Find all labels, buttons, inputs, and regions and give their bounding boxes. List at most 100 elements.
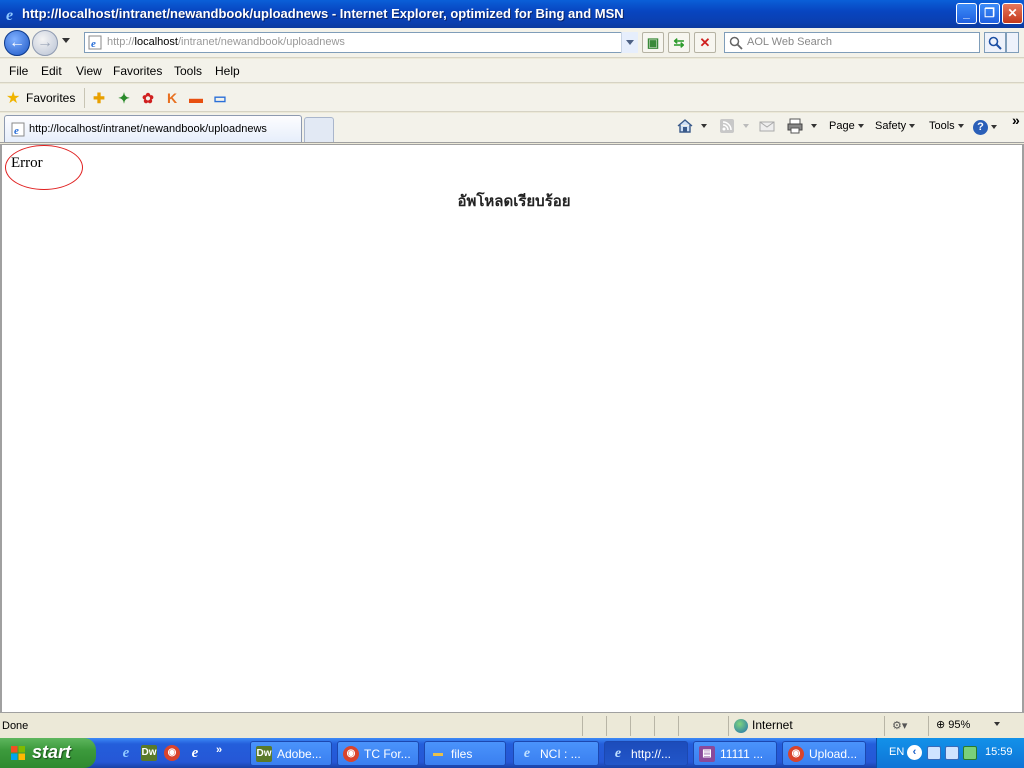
zoom-icon: ⊕ (936, 719, 946, 731)
read-mail-icon[interactable] (758, 117, 776, 135)
status-text: Done (2, 720, 29, 732)
back-button[interactable]: ← (4, 30, 30, 56)
tab-uploadnews[interactable]: e http://localhost/intranet/newandbook/u… (4, 115, 302, 142)
tools-menu[interactable]: Tools (929, 120, 964, 132)
menu-view[interactable]: View (76, 64, 102, 78)
window-title-bar[interactable]: e http://localhost/intranet/newandbook/u… (0, 0, 1024, 28)
refresh-button[interactable]: ⇆ (668, 32, 690, 53)
folder-icon: ▬ (433, 748, 443, 759)
recent-pages-dropdown[interactable] (62, 38, 70, 43)
add-favorites-icon[interactable]: ✚ (90, 89, 108, 107)
star-icon: ★ (6, 90, 21, 107)
taskbar-button-adobe[interactable]: Dw Adobe... (250, 741, 332, 766)
page-menu[interactable]: Page (829, 120, 864, 132)
security-zone[interactable]: Internet (734, 718, 793, 733)
winrar-icon: ▤ (699, 746, 715, 762)
status-divider (654, 716, 655, 736)
flower-bookmark-icon[interactable]: ✿ (139, 89, 157, 107)
svg-text:e: e (91, 38, 96, 50)
menu-favorites[interactable]: Favorites (113, 64, 162, 78)
clock[interactable]: 15:59 (985, 746, 1013, 758)
maximize-button[interactable]: ❐ (979, 3, 1000, 24)
status-divider (884, 716, 885, 736)
taskbar-button-tc-forum[interactable]: ◉ TC For... (337, 741, 419, 766)
search-input[interactable]: AOL Web Search (724, 32, 980, 53)
user-status-icon[interactable] (963, 746, 977, 760)
ie-icon: e (614, 746, 622, 761)
network-2-icon[interactable] (945, 746, 959, 760)
menu-help[interactable]: Help (215, 64, 240, 78)
tray-expand-icon[interactable]: ‹ (907, 745, 922, 760)
quicklaunch-ie-icon[interactable]: e (118, 745, 134, 761)
print-icon[interactable] (786, 117, 804, 135)
language-indicator[interactable]: EN (889, 746, 904, 758)
minimize-button[interactable]: _ (956, 3, 977, 24)
forward-arrow-icon: → (37, 34, 53, 51)
quicklaunch-dreamweaver-icon[interactable]: Dw (141, 745, 157, 761)
tab-bar: e http://localhost/intranet/newandbook/u… (0, 112, 1024, 143)
window-title: http://localhost/intranet/newandbook/upl… (22, 6, 624, 21)
menu-tools[interactable]: Tools (174, 64, 202, 78)
k-bookmark-icon[interactable]: K (163, 89, 181, 107)
feeds-icon[interactable] (718, 117, 736, 135)
quicklaunch-chrome-icon[interactable]: ◉ (164, 745, 180, 761)
taskbar-button-files[interactable]: ▬ files (424, 741, 506, 766)
address-dropdown-button[interactable] (621, 32, 638, 53)
new-tab-button[interactable] (304, 117, 334, 142)
chrome-icon: ◉ (788, 746, 804, 762)
feeds-dropdown[interactable] (740, 120, 749, 132)
address-bar[interactable]: e http://localhost/intranet/newandbook/u… (84, 32, 638, 53)
status-divider (928, 716, 929, 736)
print-dropdown[interactable] (808, 120, 817, 132)
favorites-label: Favorites (26, 91, 76, 105)
start-button[interactable]: start (0, 738, 96, 768)
favorites-bar: ★ Favorites ✚ ✦ ✿ K ▬ ▭ (0, 84, 1024, 112)
search-options-dropdown[interactable] (1006, 32, 1019, 53)
status-divider (728, 716, 729, 736)
address-url[interactable]: http://localhost/intranet/newandbook/upl… (107, 36, 345, 48)
upload-success-message: อัพโหลดเรียบร้อย (457, 193, 571, 210)
chevron-down-icon (626, 40, 634, 45)
menu-file[interactable]: File (9, 64, 28, 78)
favorites-separator (84, 88, 85, 108)
dreamweaver-icon: Dw (256, 746, 272, 762)
close-button[interactable]: ✕ (1002, 3, 1023, 24)
zoom-level[interactable]: ⊕ 95% (936, 718, 970, 731)
taskbar-button-11111[interactable]: ▤ 11111 ... (693, 741, 777, 766)
google-bookmark-icon[interactable]: ✦ (115, 89, 133, 107)
ie-logo-icon: e (6, 7, 13, 22)
globe-icon (734, 718, 748, 733)
chrome-icon: ◉ (343, 746, 359, 762)
status-divider (582, 716, 583, 736)
taskbar: start e Dw ◉ e » Dw Adobe... ◉ TC For...… (0, 738, 1024, 768)
menu-bar: File Edit View Favorites Tools Help (0, 59, 1024, 83)
favorites-button[interactable]: ★ Favorites (4, 87, 78, 109)
taskbar-button-http-active[interactable]: e http://... (604, 741, 688, 766)
web-slice-bookmark-icon[interactable]: ▭ (211, 89, 229, 107)
quicklaunch-ie2-icon[interactable]: e (187, 745, 203, 761)
forward-button[interactable]: → (32, 30, 58, 56)
svg-text:e: e (6, 7, 13, 22)
taskbar-button-upload[interactable]: ◉ Upload... (782, 741, 866, 766)
menu-edit[interactable]: Edit (41, 64, 62, 78)
book-bookmark-icon[interactable]: ▬ (187, 89, 205, 107)
more-commands-chevron[interactable]: » (1012, 112, 1020, 128)
page-content: Error อัพโหลดเรียบร้อย (0, 144, 1024, 712)
quicklaunch-chevron[interactable]: » (216, 744, 222, 756)
status-divider (606, 716, 607, 736)
compatibility-view-button[interactable]: ▣ (642, 32, 664, 53)
stop-button[interactable]: ✕ (694, 32, 716, 53)
zoom-dropdown[interactable] (994, 722, 1000, 726)
home-dropdown[interactable] (698, 120, 707, 132)
taskbar-button-nci[interactable]: e NCI : ... (513, 741, 599, 766)
home-icon[interactable] (676, 117, 694, 135)
network-icon[interactable] (927, 746, 941, 760)
help-menu[interactable]: ? (973, 120, 997, 135)
svg-text:e: e (14, 125, 19, 137)
status-divider (630, 716, 631, 736)
system-tray: EN ‹ 15:59 (876, 738, 1024, 768)
safety-menu[interactable]: Safety (875, 120, 916, 132)
error-text: Error (11, 155, 43, 171)
protected-mode-icon[interactable]: ⚙▾ (892, 719, 907, 732)
search-go-button[interactable] (984, 32, 1006, 53)
